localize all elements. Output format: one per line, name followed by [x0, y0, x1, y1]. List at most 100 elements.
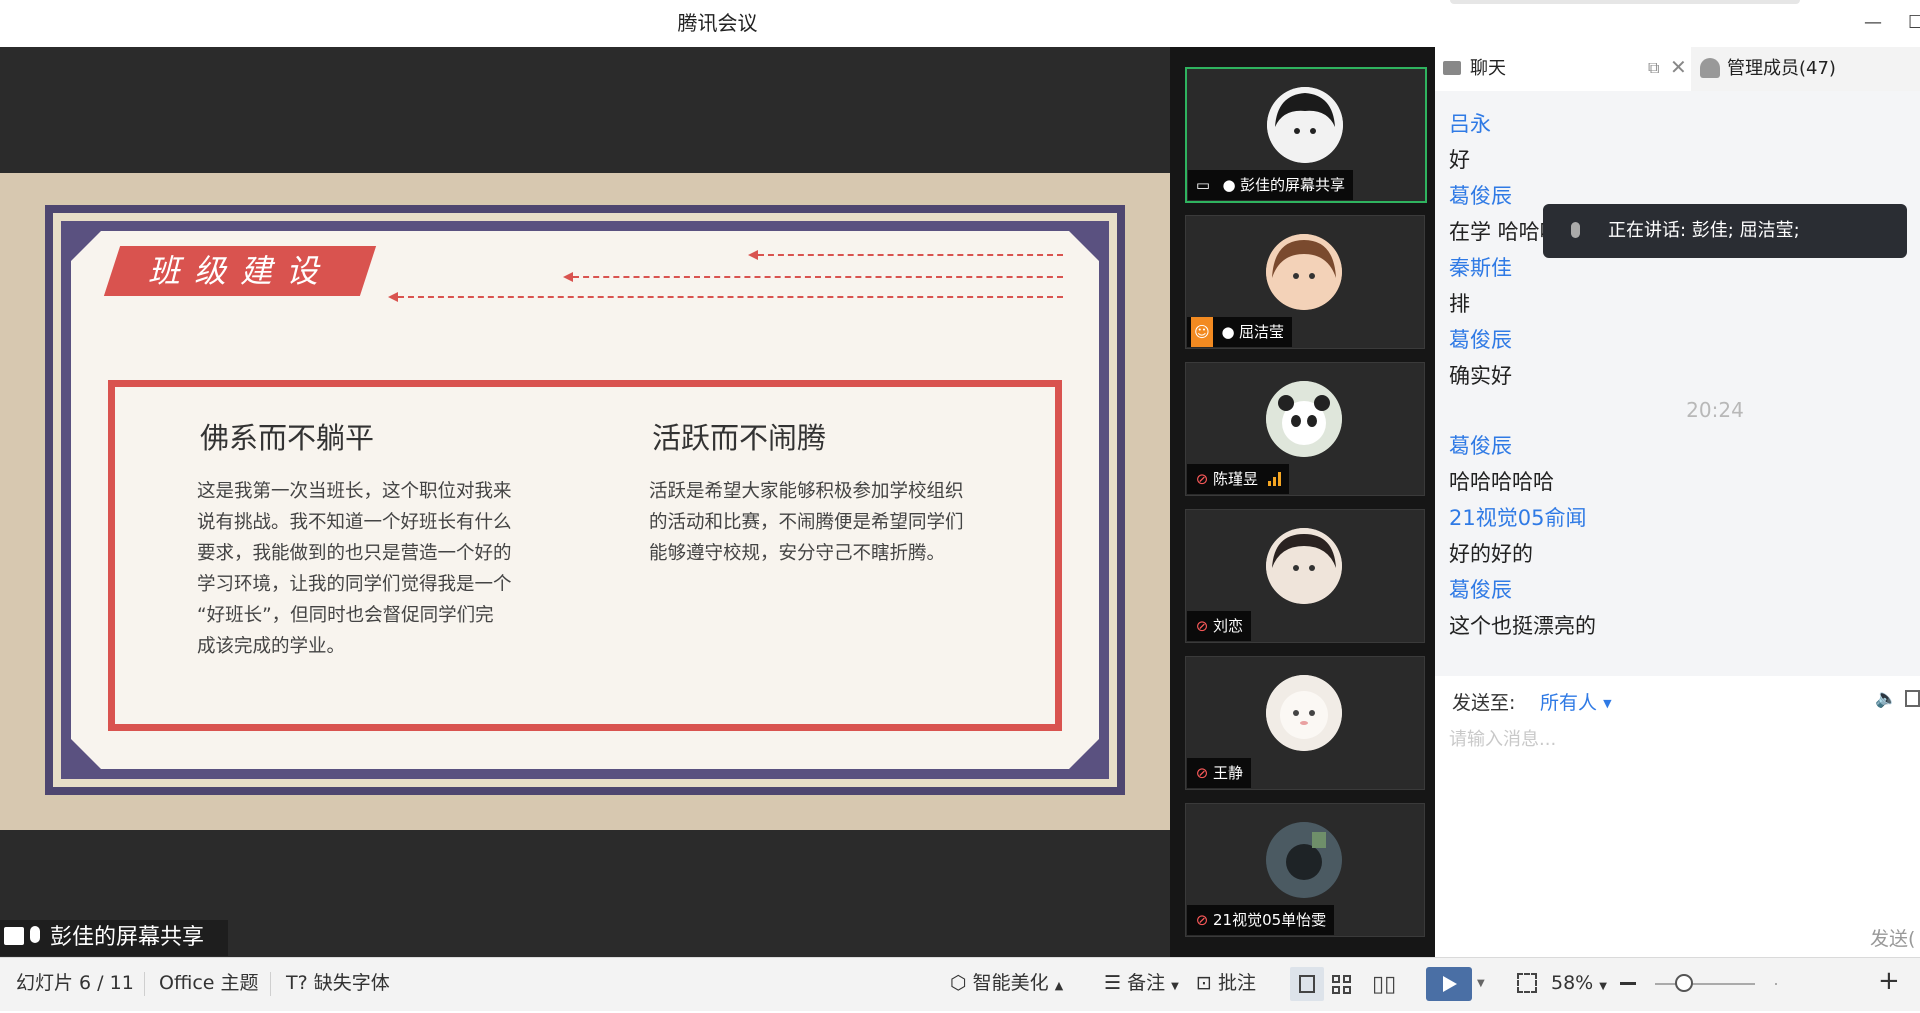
avatar — [1266, 381, 1342, 457]
participant-name: 陈瑾昱 — [1213, 470, 1259, 488]
notes-label: 备注 — [1127, 972, 1166, 994]
notes-icon: ☰ — [1104, 972, 1122, 994]
avatar-illustration — [1266, 675, 1342, 751]
participant-tile[interactable]: ☺ ● 屈洁莹 — [1185, 215, 1425, 349]
missing-font-button[interactable]: T? 缺失字体 — [286, 957, 390, 1010]
smart-beautify-label: 智能美化 — [972, 972, 1049, 994]
fit-window-icon[interactable] — [1517, 973, 1537, 993]
comments-button[interactable]: ⊡ 批注 — [1196, 957, 1256, 1010]
message-sender: 秦斯佳 — [1449, 256, 1512, 280]
tile-label: ⊘ 王静 — [1187, 758, 1252, 788]
divider — [270, 972, 271, 996]
speaker-icon[interactable]: 🔈 — [1875, 688, 1897, 709]
speaking-label: 正在讲话: 彭佳; 屈洁莹; — [1608, 220, 1800, 241]
participant-name: 屈洁莹 — [1239, 323, 1285, 341]
slide-counter[interactable]: 幻灯片 6 / 11 — [16, 957, 134, 1010]
signal-icon — [1268, 472, 1282, 486]
message-text: 好 — [1449, 148, 1470, 172]
arrow-icon — [748, 250, 758, 260]
screen-share-icon — [4, 927, 24, 945]
message-sender: 吕永 — [1449, 112, 1491, 136]
microphone-icon — [30, 926, 40, 943]
avatar-illustration — [1266, 528, 1342, 604]
divider — [144, 972, 145, 996]
avatar — [1266, 234, 1342, 310]
zoom-out-button[interactable] — [1620, 982, 1636, 985]
tile-label: ⊘ 刘恋 — [1187, 611, 1252, 641]
message-input-placeholder[interactable]: 请输入消息... — [1449, 725, 1556, 751]
tile-label: ⊘ 21视觉05单怡雯 — [1187, 905, 1335, 935]
zoom-slider-tick — [1775, 983, 1777, 985]
send-to-value: 所有人 — [1540, 692, 1598, 714]
message-sender: 葛俊辰 — [1449, 434, 1512, 458]
decor-dash-line — [398, 296, 1063, 298]
zoom-in-button[interactable]: + — [1878, 968, 1900, 994]
avatar — [1267, 87, 1343, 163]
missing-font-icon: T? — [286, 972, 308, 994]
time-separator: 20:24 — [1686, 398, 1744, 422]
message-text: 哈哈哈哈哈 — [1449, 470, 1554, 494]
notes-button[interactable]: ☰ 备注 ▼ — [1104, 957, 1179, 1010]
top-overlay-edge — [1450, 0, 1800, 4]
participant-name: 王静 — [1213, 764, 1244, 782]
body-line: 的活动和比赛，不闹腾便是希望同学们 — [649, 512, 964, 533]
microphone-icon: ● — [1221, 323, 1235, 341]
body-line: 成该完成的学业。 — [197, 636, 346, 657]
zoom-slider-track[interactable] — [1655, 983, 1755, 985]
chevron-down-icon[interactable]: ▼ — [1477, 978, 1485, 989]
window-title: 腾讯会议 — [677, 11, 758, 35]
tab-members[interactable]: 管理成员(47) — [1727, 47, 1836, 91]
message-input-area[interactable] — [1435, 724, 1920, 957]
send-button[interactable]: 发送( — [1870, 924, 1915, 951]
reading-view-icon[interactable]: ▯▯ — [1372, 972, 1396, 997]
play-slideshow-button[interactable] — [1426, 967, 1472, 1001]
members-icon — [1700, 58, 1720, 78]
participant-name: 21视觉05单怡雯 — [1213, 911, 1327, 929]
participant-tile[interactable]: ⊘ 21视觉05单怡雯 — [1185, 803, 1425, 937]
send-to-label: 发送至: — [1452, 692, 1516, 714]
body-line: 能够遵守校规，安分守己不瞎折腾。 — [649, 543, 946, 564]
microphone-muted-icon: ⊘ — [1195, 470, 1209, 488]
microphone-icon: ● — [1222, 176, 1236, 194]
message-text: 好的好的 — [1449, 542, 1533, 566]
message-text: 确实好 — [1449, 364, 1512, 388]
chat-icon — [1443, 61, 1461, 75]
participant-tile[interactable]: ▭ ● 彭佳的屏幕共享 — [1185, 67, 1427, 203]
theme-name[interactable]: Office 主题 — [159, 957, 259, 1010]
zoom-value: 58% — [1551, 972, 1594, 994]
share-label: 彭佳的屏幕共享 — [50, 925, 205, 950]
maximize-button[interactable]: ☐ — [1908, 12, 1920, 34]
body-line: “好班长”，但同时也会督促同学们完 — [197, 605, 494, 626]
avatar-illustration — [1267, 87, 1343, 163]
close-icon[interactable]: ✕ — [1670, 55, 1687, 79]
avatar — [1266, 528, 1342, 604]
popout-icon[interactable]: ⧉ — [1648, 58, 1659, 78]
slide-title: 班级建设 — [147, 252, 332, 290]
left-heading: 佛系而不躺平 — [200, 421, 375, 455]
screenshot-icon[interactable] — [1905, 690, 1920, 707]
right-heading: 活跃而不闹腾 — [652, 421, 827, 455]
zoom-slider-thumb[interactable] — [1675, 974, 1693, 992]
message-text: 这个也挺漂亮的 — [1449, 614, 1596, 638]
comment-icon: ⊡ — [1196, 972, 1212, 994]
send-to-select[interactable]: 所有人 ▼ — [1540, 688, 1612, 715]
zoom-level[interactable]: 58% ▼ — [1551, 957, 1607, 1010]
avatar — [1266, 675, 1342, 751]
message-sender: 葛俊辰 — [1449, 328, 1512, 352]
participant-tile[interactable]: ⊘ 陈瑾昱 — [1185, 362, 1425, 496]
tile-label: ⊘ 陈瑾昱 — [1187, 464, 1290, 494]
avatar-illustration — [1266, 822, 1342, 898]
participant-tile[interactable]: ⊘ 刘恋 — [1185, 509, 1425, 643]
participant-tile[interactable]: ⊘ 王静 — [1185, 656, 1425, 790]
missing-font-label: 缺失字体 — [313, 972, 390, 994]
message-sender: 葛俊辰 — [1449, 578, 1512, 602]
cube-icon: ⬡ — [950, 972, 967, 994]
message-text: 排 — [1449, 292, 1470, 316]
avatar — [1266, 822, 1342, 898]
body-line: 说有挑战。我不知道一个好班长有什么 — [197, 512, 512, 533]
normal-view-button[interactable] — [1290, 967, 1324, 1001]
decor-dash-line — [758, 254, 1063, 256]
smart-beautify-button[interactable]: ⬡ 智能美化 ▲ — [950, 957, 1063, 1010]
minimize-button[interactable]: — — [1864, 12, 1890, 34]
slide-sorter-icon[interactable] — [1332, 975, 1352, 995]
